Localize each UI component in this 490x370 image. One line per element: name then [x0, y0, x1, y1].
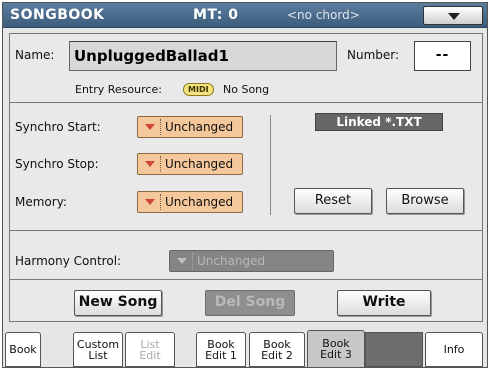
page-menu-button[interactable]	[423, 6, 483, 25]
tab-label: Edit	[139, 348, 161, 362]
harmony-control-dropdown[interactable]: Unchanged	[169, 250, 334, 272]
tab-label: Edit 1	[205, 348, 237, 362]
harmony-control-label: Harmony Control:	[15, 254, 122, 268]
name-field[interactable]: UnpluggedBallad1	[69, 41, 337, 71]
synchro-stop-label: Synchro Stop:	[15, 157, 99, 171]
dropdown-separator	[160, 194, 161, 210]
memory-value: Unchanged	[165, 195, 234, 209]
dropdown-arrow-icon	[145, 199, 155, 205]
dropdown-separator	[192, 253, 193, 269]
synchro-start-value: Unchanged	[165, 120, 234, 134]
chevron-down-icon	[448, 13, 460, 20]
tab-label: Info	[443, 343, 465, 356]
number-field[interactable]: --	[414, 41, 471, 71]
tab-label: Book	[207, 337, 235, 351]
entry-resource-value: No Song	[223, 83, 270, 96]
synchro-stop-dropdown[interactable]: Unchanged	[137, 153, 243, 175]
write-button[interactable]: Write	[337, 290, 431, 316]
songbook-screen: SONGBOOK MT: 0 <no chord> Name: Unplugge…	[2, 2, 488, 368]
browse-button[interactable]: Browse	[386, 188, 464, 214]
harmony-control-value: Unchanged	[197, 254, 266, 268]
chord-indicator: <no chord>	[287, 8, 360, 22]
memory-label: Memory:	[15, 195, 67, 209]
tab-label: Book	[9, 343, 37, 356]
tab-label: Edit 3	[320, 348, 352, 361]
page-title: SONGBOOK	[10, 7, 105, 23]
tab-label: Custom	[76, 337, 120, 351]
tab-custom-list[interactable]: Custom List	[73, 332, 123, 367]
synchro-start-label: Synchro Start:	[15, 120, 101, 134]
name-label: Name:	[15, 48, 55, 62]
number-label: Number:	[347, 48, 400, 62]
midi-badge: MIDI	[183, 83, 214, 96]
tab-book-edit-1[interactable]: Book Edit 1	[196, 332, 246, 367]
dropdown-separator	[160, 119, 161, 135]
new-song-button[interactable]: New Song	[74, 290, 162, 316]
entry-resource-label: Entry Resource:	[75, 83, 162, 96]
tab-book-edit-3[interactable]: Book Edit 3	[307, 330, 365, 367]
tab-label: Edit 2	[261, 348, 293, 362]
tab-label: List	[88, 348, 108, 362]
dropdown-arrow-icon	[145, 124, 155, 130]
vertical-divider	[270, 115, 271, 215]
synchro-stop-value: Unchanged	[165, 157, 234, 171]
tab-bar: Book Custom List List Edit Book Edit 1 B…	[3, 330, 487, 367]
dropdown-arrow-icon	[177, 258, 187, 264]
reset-button[interactable]: Reset	[294, 188, 372, 214]
synchro-start-dropdown[interactable]: Unchanged	[137, 116, 243, 138]
tab-label: List	[140, 337, 160, 351]
linked-txt-label: Linked *.TXT	[315, 113, 443, 131]
dropdown-arrow-icon	[145, 161, 155, 167]
tab-info[interactable]: Info	[425, 332, 483, 367]
tab-book-edit-2[interactable]: Book Edit 2	[249, 332, 305, 367]
tab-label: Book	[263, 337, 291, 351]
master-transpose: MT: 0	[193, 7, 239, 23]
tab-list-edit[interactable]: List Edit	[125, 332, 175, 367]
title-bar: SONGBOOK MT: 0 <no chord>	[3, 3, 487, 28]
tab-book[interactable]: Book	[5, 332, 41, 367]
memory-dropdown[interactable]: Unchanged	[137, 191, 243, 213]
tab-spacer	[365, 332, 423, 367]
dropdown-separator	[160, 156, 161, 172]
del-song-button[interactable]: Del Song	[205, 290, 295, 316]
